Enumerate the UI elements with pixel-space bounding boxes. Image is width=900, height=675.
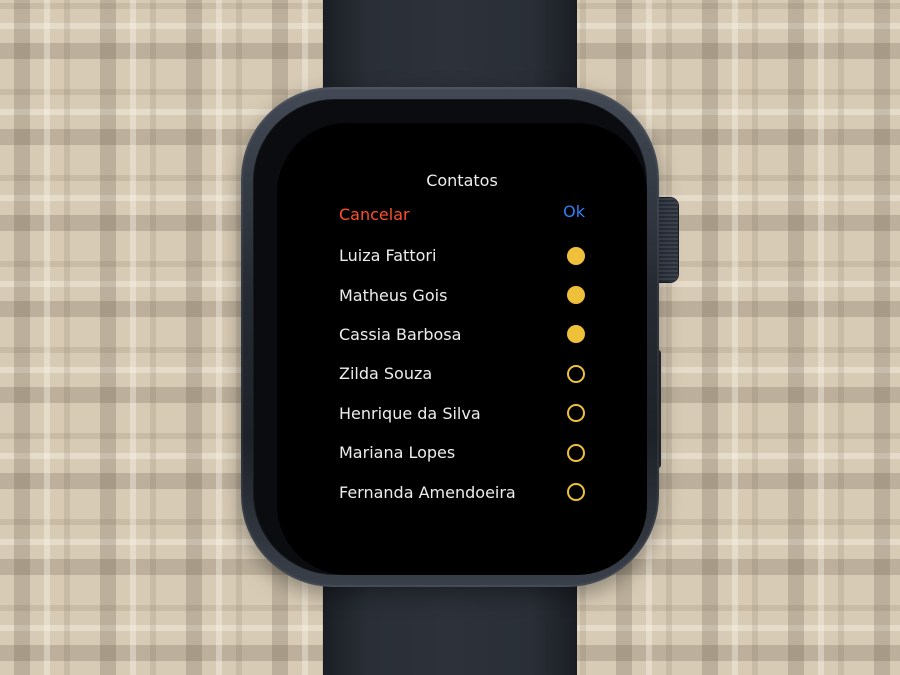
contact-row[interactable]: Matheus Gois (339, 275, 585, 314)
contact-name: Henrique da Silva (339, 403, 481, 423)
watch-case: Contatos Cancelar Ok Luiza Fattori Mathe… (241, 87, 659, 587)
screen-title: Contatos (426, 171, 498, 190)
cancel-button[interactable]: Cancelar (339, 205, 410, 224)
contact-row[interactable]: Zilda Souza (339, 354, 585, 393)
contact-name: Zilda Souza (339, 364, 433, 384)
watch-screen: Contatos Cancelar Ok Luiza Fattori Mathe… (277, 123, 647, 575)
contact-name: Matheus Gois (339, 285, 448, 305)
contact-row[interactable]: Luiza Fattori (339, 236, 585, 275)
contact-name: Mariana Lopes (339, 443, 456, 463)
selection-indicator-icon[interactable] (567, 286, 585, 305)
ok-button[interactable]: Ok (563, 202, 585, 221)
selection-indicator-icon[interactable] (567, 483, 585, 502)
contact-name: Cassia Barbosa (339, 324, 462, 344)
selection-indicator-icon[interactable] (567, 443, 585, 462)
contact-name: Luiza Fattori (339, 246, 437, 266)
contact-name: Fernanda Amendoeira (339, 482, 516, 502)
contact-row[interactable]: Mariana Lopes (339, 433, 585, 472)
contact-row[interactable]: Henrique da Silva (339, 394, 585, 433)
selection-indicator-icon[interactable] (567, 364, 585, 383)
selection-indicator-icon[interactable] (567, 325, 585, 344)
contact-row[interactable]: Cassia Barbosa (339, 315, 585, 354)
contact-row[interactable]: Fernanda Amendoeira (339, 472, 585, 511)
watch-bezel: Contatos Cancelar Ok Luiza Fattori Mathe… (253, 99, 647, 575)
contact-list: Luiza Fattori Matheus Gois Cassia Barbos… (339, 236, 585, 512)
selection-indicator-icon[interactable] (567, 246, 585, 265)
selection-indicator-icon[interactable] (567, 404, 585, 423)
